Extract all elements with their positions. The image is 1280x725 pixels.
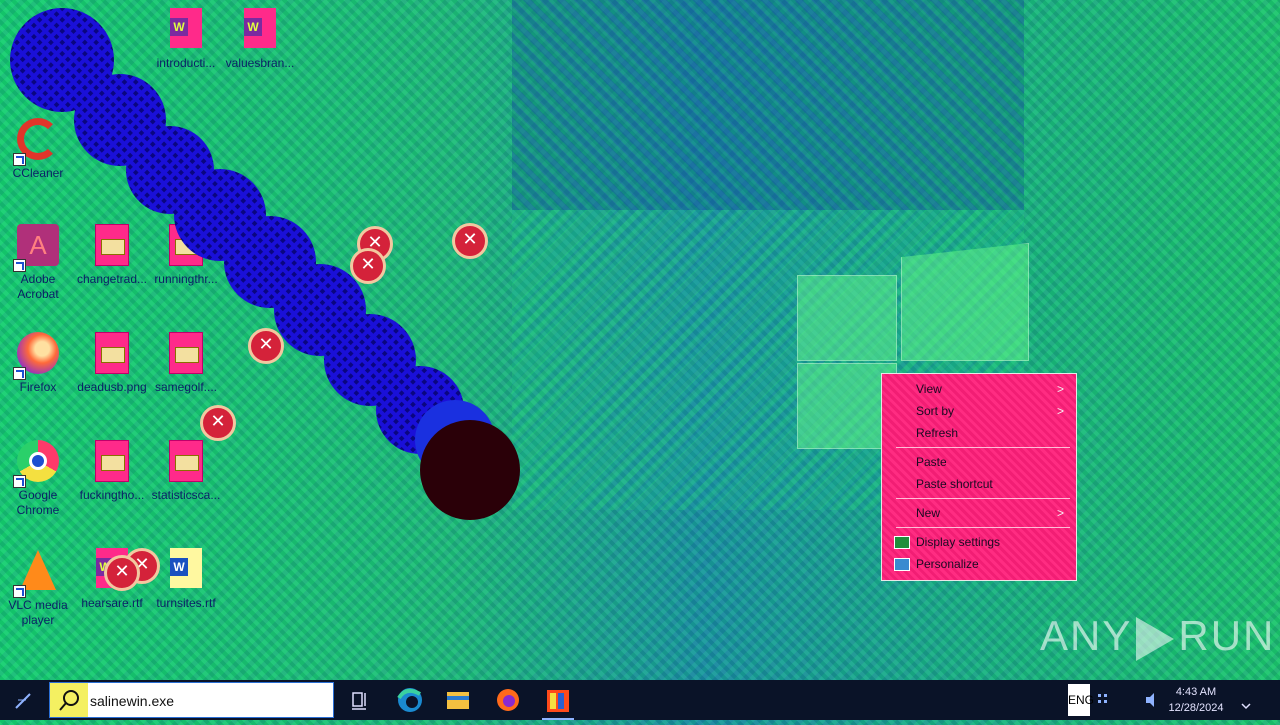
chevron-down-icon — [1241, 703, 1251, 710]
task-view-icon — [352, 692, 366, 710]
error-icon: ✕ — [200, 405, 236, 441]
word-file-icon: W — [170, 8, 202, 48]
desktop-icon-google-chrome[interactable]: Google Chrome — [0, 440, 76, 518]
tray-volume-icon[interactable] — [1140, 680, 1160, 720]
ccleaner-icon — [13, 118, 61, 166]
start-button[interactable] — [0, 680, 48, 720]
error-icon: ✕ — [350, 248, 386, 284]
edge-taskbar-button[interactable] — [386, 680, 434, 720]
shortcut-arrow-icon — [13, 367, 26, 380]
clock-time: 4:43 AM — [1175, 686, 1217, 698]
firefox-taskbar-button[interactable] — [484, 680, 532, 720]
image-file-icon — [95, 440, 129, 482]
menu-item-refresh[interactable]: Refresh — [882, 423, 1076, 443]
shortcut-arrow-icon — [13, 585, 26, 598]
winrar-taskbar-button[interactable] — [534, 680, 582, 720]
menu-item-personalize[interactable]: Personalize — [882, 554, 1076, 574]
desktop-icon-adobe-acrobat[interactable]: A Adobe Acrobat — [0, 224, 76, 302]
shortcut-arrow-icon — [13, 153, 26, 166]
input-language-indicator[interactable]: ENG — [1068, 684, 1094, 716]
desktop-icon-turnsites[interactable]: W turnsites.rtf — [148, 548, 224, 611]
winrar-icon — [547, 690, 569, 712]
image-file-icon — [95, 332, 129, 374]
chrome-icon — [13, 440, 61, 488]
desktop-icon-statisticsca[interactable]: statisticsca... — [148, 440, 224, 503]
chevron-right-icon: > — [1056, 404, 1064, 418]
vlc-icon — [13, 550, 61, 598]
menu-item-sort-by[interactable]: Sort by > — [882, 401, 1076, 421]
wallpaper-panel-top — [512, 0, 1024, 210]
shortcut-arrow-icon — [13, 259, 26, 272]
desktop-icon-vlc[interactable]: VLC media player — [0, 548, 76, 628]
menu-item-paste[interactable]: Paste — [882, 452, 1076, 472]
firefox-icon — [13, 332, 61, 380]
error-icon: ✕ — [104, 555, 140, 591]
anyrun-watermark: ANY RUN — [1040, 612, 1276, 661]
word-file-icon: W — [244, 8, 276, 48]
desktop-icon-fuckingtho[interactable]: fuckingtho... — [74, 440, 150, 503]
windows-start-icon — [15, 693, 31, 709]
edge-icon — [397, 688, 422, 712]
taskbar-search-box[interactable] — [49, 682, 334, 719]
image-file-icon — [169, 440, 203, 482]
desktop-icon-deadusb[interactable]: deadusb.png — [74, 332, 150, 395]
folder-icon — [447, 692, 469, 709]
desktop-icon-firefox[interactable]: Firefox — [0, 332, 76, 395]
chevron-right-icon: > — [1056, 382, 1064, 396]
word-file-icon: W — [170, 548, 202, 588]
firefox-icon — [497, 689, 519, 711]
desktop-icon-changetrad[interactable]: changetrad... — [74, 224, 150, 287]
error-icon: ✕ — [248, 328, 284, 364]
display-settings-icon — [894, 536, 910, 549]
menu-item-display-settings[interactable]: Display settings — [882, 532, 1076, 552]
play-triangle-icon — [1136, 616, 1175, 661]
error-icon: ✕ — [452, 223, 488, 259]
image-file-icon — [95, 224, 129, 266]
personalize-icon — [894, 558, 910, 571]
menu-separator — [896, 498, 1070, 499]
menu-item-new[interactable]: New > — [882, 503, 1076, 523]
desktop-icon-ccleaner[interactable]: CCleaner — [0, 116, 76, 181]
task-view-button[interactable] — [336, 680, 384, 720]
image-file-icon — [169, 332, 203, 374]
clock-date: 12/28/2024 — [1168, 702, 1224, 714]
search-input[interactable] — [88, 683, 332, 719]
desktop-icon-introducti[interactable]: W introducti... — [148, 8, 224, 71]
shortcut-arrow-icon — [13, 475, 26, 488]
tray-network-icon[interactable] — [1094, 680, 1142, 720]
desktop-context-menu: View > Sort by > Refresh Paste Paste sho… — [881, 373, 1077, 581]
chevron-right-icon: > — [1056, 506, 1064, 520]
desktop-icon-valuesbran[interactable]: W valuesbran... — [222, 8, 298, 71]
menu-separator — [896, 447, 1070, 448]
dark-ball — [420, 420, 520, 520]
image-file-icon — [169, 224, 203, 266]
search-icon — [50, 683, 88, 717]
file-explorer-taskbar-button[interactable] — [434, 680, 482, 720]
menu-separator — [896, 527, 1070, 528]
menu-item-paste-shortcut[interactable]: Paste shortcut — [882, 474, 1076, 494]
taskbar-clock[interactable]: 4:43 AM 12/28/2024 — [1160, 684, 1232, 716]
show-desktop-chevron[interactable] — [1236, 680, 1256, 720]
menu-item-view[interactable]: View > — [882, 379, 1076, 399]
desktop-icon-samegolf[interactable]: samegolf.... — [148, 332, 224, 395]
desktop-icon-runningthr[interactable]: runningthr... — [148, 224, 224, 287]
acrobat-icon: A — [13, 224, 61, 272]
